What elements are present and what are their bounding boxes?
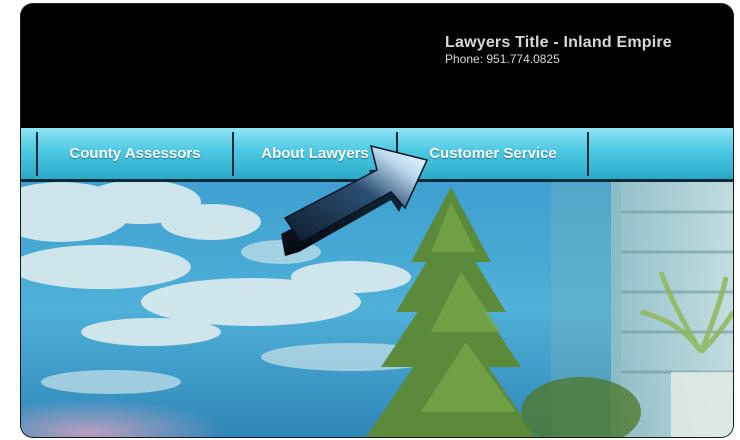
company-name: Lawyers Title - Inland Empire: [445, 34, 672, 51]
company-phone: Phone: 951.774.0825: [445, 52, 560, 66]
nav-item-county-assessors[interactable]: County Assessors: [38, 128, 232, 179]
pointer-arrow-icon: [281, 144, 429, 256]
site-frame: Lawyers Title - Inland Empire Phone: 951…: [21, 4, 733, 437]
company-info: Lawyers Title - Inland Empire Phone: 951…: [445, 33, 672, 66]
nav-separator: [587, 132, 589, 176]
page: Lawyers Title - Inland Empire Phone: 951…: [0, 0, 740, 440]
site-header: Lawyers Title - Inland Empire Phone: 951…: [21, 4, 733, 128]
